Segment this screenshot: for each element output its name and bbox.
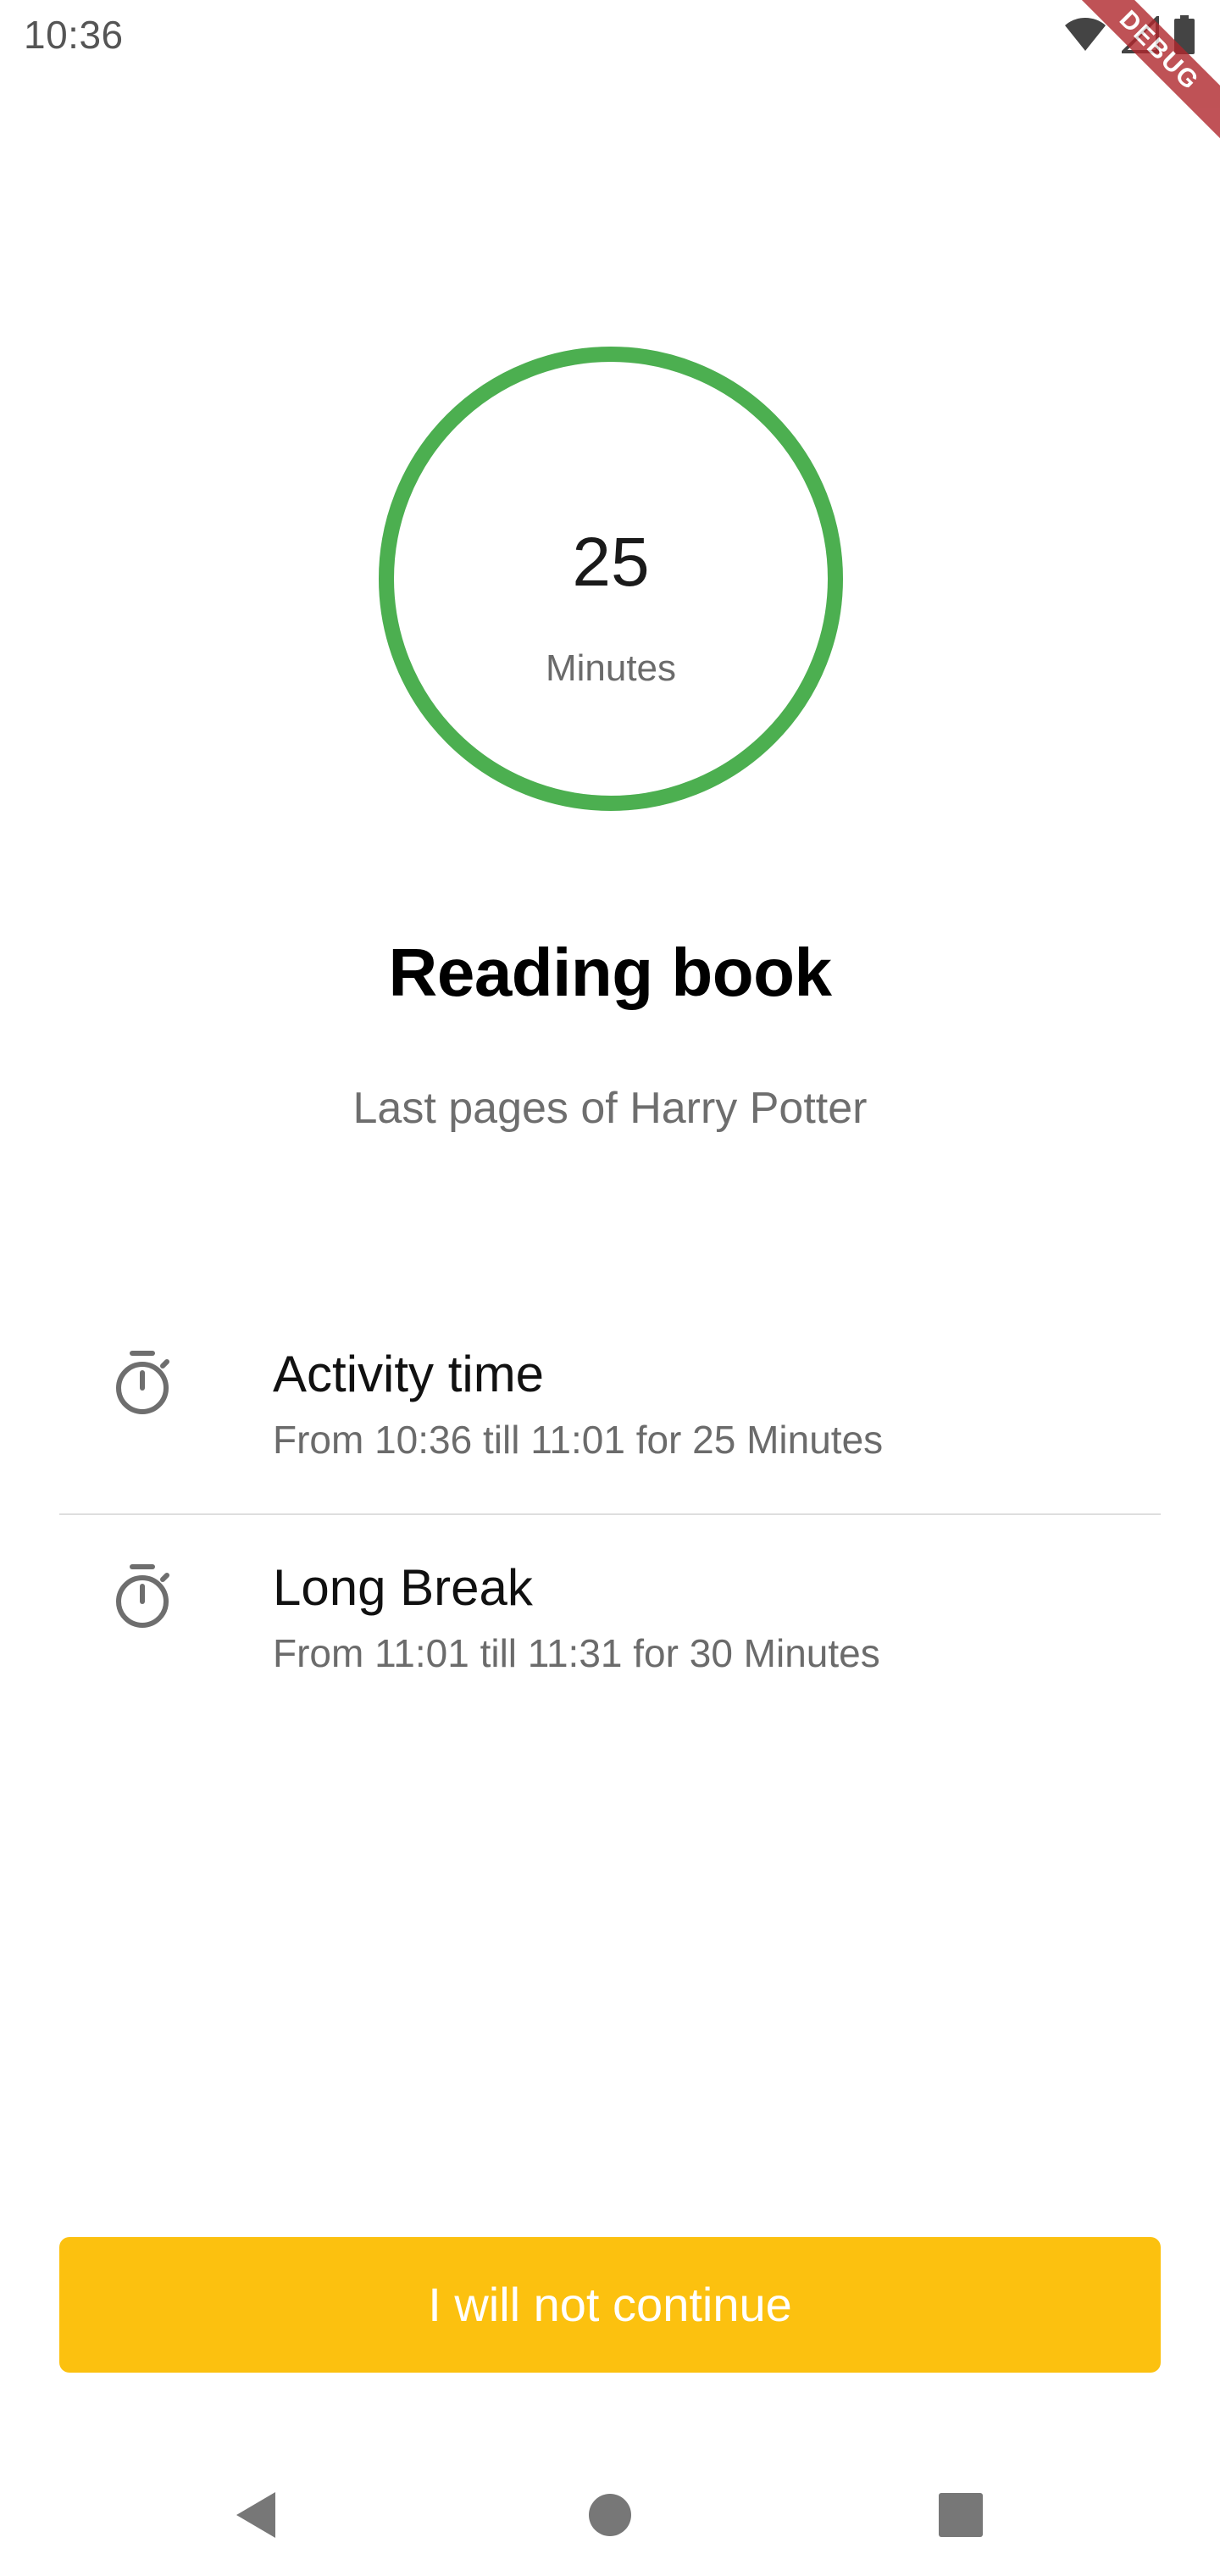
navigation-bar (0, 2457, 1220, 2576)
battery-icon (1174, 14, 1195, 58)
back-icon (233, 2490, 279, 2544)
schedule-item-detail: From 10:36 till 11:01 for 25 Minutes (273, 1418, 884, 1462)
timer-unit: Minutes (545, 647, 677, 689)
schedule-item-detail: From 11:01 till 11:31 for 30 Minutes (273, 1631, 880, 1675)
task-subtitle: Last pages of Harry Potter (352, 1084, 868, 1133)
status-bar: 10:36 (0, 0, 1220, 76)
stopwatch-icon (110, 1563, 175, 1630)
home-button[interactable] (551, 2457, 669, 2576)
schedule-item-long-break: Long Break From 11:01 till 11:31 for 30 … (59, 1563, 1161, 1732)
task-title: Reading book (388, 935, 832, 1010)
recents-icon (938, 2492, 984, 2542)
home-icon (587, 2492, 633, 2542)
recents-button[interactable] (901, 2457, 1020, 2576)
schedule-item-title: Activity time (273, 1346, 545, 1402)
back-button[interactable] (197, 2457, 315, 2576)
schedule-item-activity-time: Activity time From 10:36 till 11:01 for … (59, 1349, 1161, 1518)
wifi-icon (1064, 17, 1106, 57)
will-not-continue-button[interactable]: I will not continue (59, 2237, 1161, 2373)
schedule-item-title: Long Break (273, 1559, 533, 1616)
timer-value: 25 (572, 524, 650, 601)
status-time: 10:36 (24, 13, 124, 57)
status-icons (1064, 13, 1195, 58)
signal-icon (1119, 13, 1159, 58)
stopwatch-icon (110, 1349, 175, 1417)
timer-ring: 25 Minutes (375, 343, 846, 814)
divider (59, 1513, 1161, 1515)
